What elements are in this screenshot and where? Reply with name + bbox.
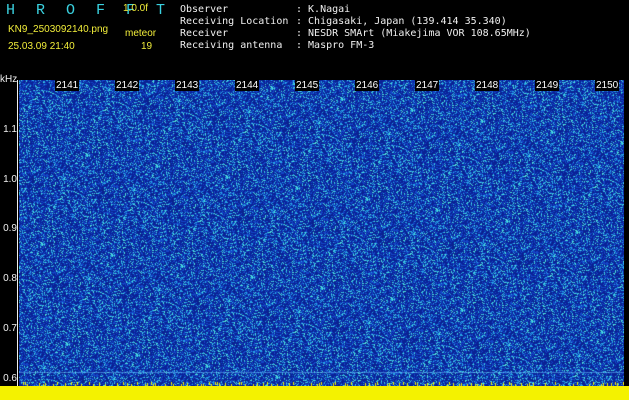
- x-tick-2143: 2143: [175, 80, 200, 91]
- info-label-receiver: Receiver: [180, 28, 229, 39]
- y-tick-0-9: 0.9: [3, 223, 17, 234]
- info-label-observer: Observer: [180, 4, 229, 15]
- info-value-location: : Chigasaki, Japan (139.414 35.340): [296, 16, 507, 27]
- y-tick-1-0: 1.0: [3, 174, 17, 185]
- filename-label: KN9_2503092140.png: [8, 24, 109, 35]
- info-label-antenna: Receiving antenna: [180, 40, 283, 51]
- x-tick-2142: 2142: [115, 80, 140, 91]
- info-value-observer: : K.Nagai: [296, 4, 351, 15]
- x-tick-2141: 2141: [55, 80, 80, 91]
- y-tick-0-6: 0.6: [3, 373, 17, 384]
- mode-label: meteor: [125, 28, 157, 39]
- x-tick-2147: 2147: [415, 80, 440, 91]
- x-tick-2149: 2149: [535, 80, 560, 91]
- info-value-receiver: : NESDR SMArt (Miakejima VOR 108.65MHz): [296, 28, 531, 39]
- count-label: 19: [141, 41, 153, 52]
- y-tick-0-7: 0.7: [3, 323, 17, 334]
- timestamp-label: 25.03.09 21:40: [8, 41, 75, 52]
- x-tick-2150: 2150: [595, 80, 620, 91]
- info-label-location: Receiving Location: [180, 16, 289, 27]
- spectrogram-area: [19, 80, 624, 386]
- y-tick-1-1: 1.1: [3, 124, 17, 135]
- x-tick-2144: 2144: [235, 80, 260, 91]
- info-value-antenna: : Maspro FM-3: [296, 40, 375, 51]
- spectrogram-canvas: [19, 80, 624, 386]
- x-tick-2145: 2145: [295, 80, 320, 91]
- y-axis-unit: kHz: [0, 74, 18, 85]
- x-tick-2148: 2148: [475, 80, 500, 91]
- y-axis-line: [17, 80, 18, 386]
- y-tick-0-8: 0.8: [3, 273, 17, 284]
- x-tick-2146: 2146: [355, 80, 380, 91]
- bottom-signal-band: [0, 386, 629, 400]
- version-label: 1.0.0f: [123, 3, 149, 14]
